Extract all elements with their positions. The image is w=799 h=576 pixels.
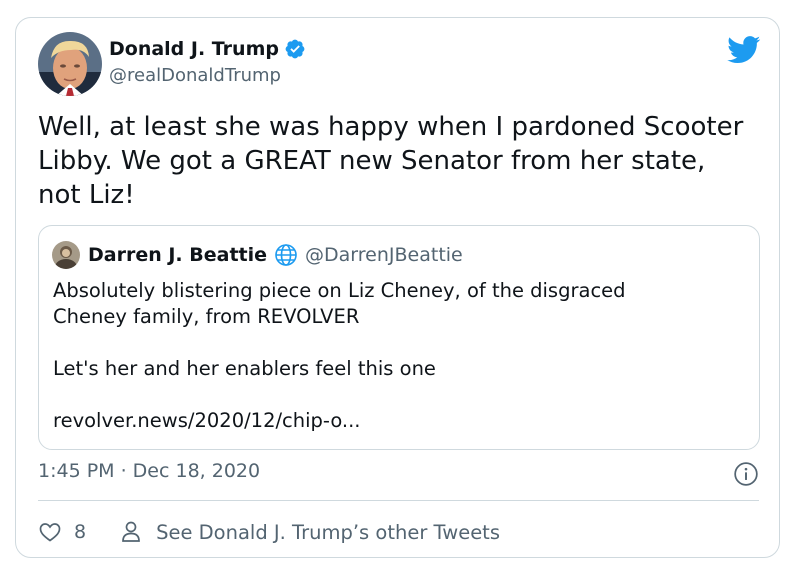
quoted-name-row: Darren J. Beattie @DarrenJBeattie	[88, 241, 463, 269]
quoted-display-name[interactable]: Darren J. Beattie	[88, 244, 267, 266]
verified-badge-icon	[285, 39, 305, 59]
avatar-image	[38, 32, 102, 96]
like-count: 8	[74, 521, 87, 543]
author-display-name[interactable]: Donald J. Trump	[109, 38, 279, 60]
quoted-tweet[interactable]: Darren J. Beattie @DarrenJBeattie Absolu…	[38, 225, 760, 450]
author-handle[interactable]: @realDonaldTrump	[109, 65, 281, 86]
globe-icon	[275, 244, 297, 266]
see-other-tweets-link[interactable]: See Donald J. Trump’s other Tweets	[120, 520, 500, 544]
tweet-text: Well, at least she was happy when I pard…	[38, 112, 744, 210]
person-icon	[122, 521, 140, 542]
see-other-tweets-label: See Donald J. Trump’s other Tweets	[156, 520, 500, 544]
quoted-author-avatar[interactable]	[52, 241, 80, 269]
quoted-tweet-text: Absolutely blistering piece on Liz Chene…	[53, 279, 626, 432]
quoted-avatar-image	[52, 241, 80, 269]
like-button[interactable]: 8	[38, 520, 86, 544]
heart-icon	[39, 523, 61, 542]
author-name-row: Donald J. Trump	[109, 38, 306, 60]
tweet-timestamp[interactable]: 1:45 PM · Dec 18, 2020	[38, 460, 260, 482]
info-icon[interactable]	[733, 461, 759, 487]
tweet-card: Donald J. Trump @realDonaldTrump Well, a…	[15, 17, 780, 558]
author-avatar[interactable]	[38, 32, 102, 96]
quoted-handle[interactable]: @DarrenJBeattie	[305, 244, 463, 266]
tweet-actions: 8 See Donald J. Trump’s other Tweets	[38, 518, 500, 546]
divider	[38, 500, 759, 501]
twitter-bird-icon[interactable]	[727, 36, 761, 64]
